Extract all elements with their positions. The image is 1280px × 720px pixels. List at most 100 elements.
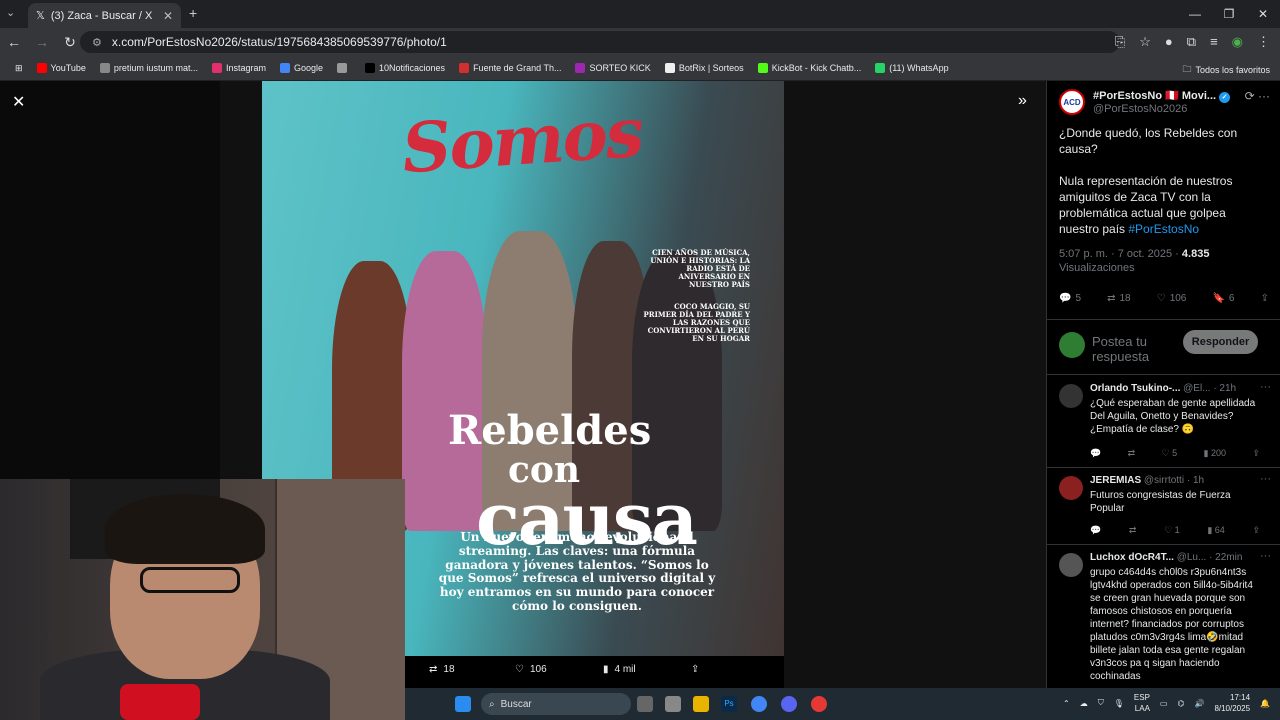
like-button[interactable]: ♡ 1 xyxy=(1164,525,1180,536)
chevron-right-icon[interactable]: » xyxy=(1018,92,1027,110)
share-button[interactable]: ⇪ xyxy=(1261,293,1269,304)
chevron-up-icon[interactable]: ⌃ xyxy=(1063,699,1070,708)
minimize-button[interactable]: — xyxy=(1178,0,1212,28)
shield-icon[interactable]: ⛉ xyxy=(1098,698,1104,708)
bookmark-item[interactable]: Fuente de Grand Th... xyxy=(452,63,568,73)
reply-handle[interactable]: @Lu... xyxy=(1177,552,1207,563)
task-view-icon[interactable] xyxy=(637,696,653,712)
close-tab-icon[interactable]: ✕ xyxy=(163,9,173,23)
clock[interactable]: 17:14 8/10/2025 xyxy=(1214,692,1250,714)
photoshop-icon[interactable]: Ps xyxy=(721,696,737,712)
site-info-icon[interactable]: ⚙ xyxy=(92,36,102,49)
reply-time[interactable]: · 22min xyxy=(1209,552,1242,563)
apps-icon[interactable]: ⊞ xyxy=(8,63,30,74)
all-bookmarks[interactable]: 🗀 Todos los favoritos xyxy=(1182,62,1270,78)
views-button[interactable]: ▮ 200 xyxy=(1204,448,1226,459)
reply-author[interactable]: Orlando Tsukino-... xyxy=(1090,383,1180,394)
reply-composer: Postea tu respuesta Responder xyxy=(1047,319,1280,375)
like-button[interactable]: ♡ 106 xyxy=(1157,293,1187,304)
more-options-icon[interactable]: ⟳ ··· xyxy=(1245,89,1270,103)
like-button[interactable]: ♡ 5 xyxy=(1162,448,1178,459)
author-handle[interactable]: @PorEstosNo2026 xyxy=(1093,103,1230,115)
taskbar-search[interactable]: ⌕ Buscar xyxy=(481,693,631,715)
share-icon[interactable]: ⇪ xyxy=(1252,448,1260,459)
retweet-icon[interactable]: ⇄ xyxy=(1129,525,1137,536)
tweet-time[interactable]: 5:07 p. m. · 7 oct. 2025 · xyxy=(1059,248,1182,260)
app-red-icon[interactable] xyxy=(811,696,827,712)
network-icon[interactable]: ⌬ xyxy=(1177,699,1184,708)
retweet-icon[interactable]: ⇄ xyxy=(1128,448,1136,459)
reply-author[interactable]: Luchox dOcR4T... xyxy=(1090,552,1174,563)
menu-icon[interactable]: ⋮ xyxy=(1257,34,1270,50)
like-count: 5 xyxy=(1172,448,1178,458)
retweet-button[interactable]: ⇄ 18 xyxy=(1107,293,1131,304)
volume-icon[interactable]: 🔊 xyxy=(1194,699,1204,708)
bookmark-item[interactable]: KickBot - Kick Chatb... xyxy=(751,63,869,73)
bookmark-item[interactable]: YouTube xyxy=(30,63,93,73)
tab-active[interactable]: 𝕏 (3) Zaca - Buscar / X ✕ xyxy=(28,3,181,28)
new-tab-button[interactable]: + xyxy=(189,5,197,21)
author-name[interactable]: #PorEstosNo 🇵🇪 Movi... ✓ xyxy=(1093,89,1231,103)
bookmark-item[interactable]: Google xyxy=(273,63,330,73)
reply-item[interactable]: Orlando Tsukino-... @El... · 21h ··· ¿Qué … xyxy=(1047,376,1280,468)
reply-icon[interactable]: 💬 xyxy=(1090,525,1101,536)
reply-item[interactable]: Luchox dOcR4T... @Lu... · 22min ··· grupo … xyxy=(1047,545,1280,688)
extensions-puzzle-icon[interactable]: ⧉ xyxy=(1187,34,1196,50)
app-icon[interactable] xyxy=(665,696,681,712)
install-icon[interactable]: ⎘ xyxy=(1115,34,1125,50)
close-icon[interactable]: ✕ xyxy=(12,92,25,112)
close-window-button[interactable]: ✕ xyxy=(1246,0,1280,28)
back-button[interactable]: ← xyxy=(6,34,22,50)
reply-author[interactable]: JEREMÍAS xyxy=(1090,475,1141,486)
bookmark-item[interactable]: (11) WhatsApp xyxy=(868,63,955,73)
like-button[interactable]: ♡ 106 xyxy=(515,664,547,675)
retweet-button[interactable]: ⇄ 18 xyxy=(429,664,455,675)
reply-handle[interactable]: @sirrtotti xyxy=(1144,475,1184,486)
reply-avatar[interactable] xyxy=(1059,384,1083,408)
monitor-icon[interactable]: ▭ xyxy=(1160,699,1168,708)
more-options-icon[interactable]: ··· xyxy=(1260,473,1271,485)
bookmark-item[interactable]: SORTEO KICK xyxy=(568,63,657,73)
share-icon[interactable]: ⇪ xyxy=(1252,525,1260,536)
extension-icon[interactable]: ● xyxy=(1165,34,1173,50)
reload-button[interactable]: ↻ xyxy=(62,34,78,51)
file-explorer-icon[interactable] xyxy=(693,696,709,712)
restore-button[interactable]: ❐ xyxy=(1212,0,1246,28)
reply-avatar[interactable] xyxy=(1059,476,1083,500)
bookmark-button[interactable]: 🔖 6 xyxy=(1212,293,1234,304)
url-bar[interactable]: ⚙ x.com/PorEstosNo2026/status/1975684385… xyxy=(80,31,1120,53)
forward-button[interactable]: → xyxy=(34,34,50,50)
hashtag-link[interactable]: #PorEstosNo xyxy=(1128,222,1199,236)
bookmark-item[interactable]: 10Notificaciones xyxy=(358,63,452,73)
reply-time[interactable]: · 1h xyxy=(1187,475,1204,486)
more-options-icon[interactable]: ··· xyxy=(1260,381,1271,393)
bookmark-item[interactable]: Instagram xyxy=(205,63,273,73)
share-button[interactable]: ⇪ xyxy=(691,664,699,675)
views-button[interactable]: ▮ 4 mil xyxy=(603,664,636,675)
reply-icon[interactable]: 💬 xyxy=(1090,448,1101,459)
reply-submit-button[interactable]: Responder xyxy=(1183,330,1258,354)
reply-button[interactable]: 💬 5 xyxy=(1059,293,1081,304)
views-button[interactable]: ▮ 64 xyxy=(1207,525,1224,536)
reply-handle[interactable]: @El... xyxy=(1183,383,1210,394)
profile-avatar[interactable]: ◉ xyxy=(1232,34,1243,50)
mic-icon[interactable]: 🎙 xyxy=(1114,699,1124,708)
media-icon[interactable]: ≡ xyxy=(1210,34,1218,50)
language-indicator[interactable]: ESP LAA xyxy=(1134,692,1150,714)
notification-icon[interactable]: 🔔 xyxy=(1260,699,1270,708)
reply-input[interactable]: Postea tu respuesta xyxy=(1092,334,1172,364)
tab-search-icon[interactable]: ⌄ xyxy=(6,6,15,19)
start-button[interactable] xyxy=(455,696,471,712)
cloud-icon[interactable]: ☁ xyxy=(1080,699,1088,708)
star-icon[interactable]: ☆ xyxy=(1139,34,1151,50)
reply-time[interactable]: · 21h xyxy=(1213,383,1236,394)
reply-item[interactable]: JEREMÍAS @sirrtotti · 1h ··· Futuros congr… xyxy=(1047,468,1280,545)
bookmark-item[interactable] xyxy=(330,63,358,73)
reply-avatar[interactable] xyxy=(1059,553,1083,577)
author-avatar[interactable]: ACD xyxy=(1059,89,1085,115)
chrome-icon[interactable] xyxy=(751,696,767,712)
more-options-icon[interactable]: ··· xyxy=(1260,550,1271,562)
bookmark-item[interactable]: pretium iustum mat... xyxy=(93,63,205,73)
bookmark-item[interactable]: BotRix | Sorteos xyxy=(658,63,751,73)
discord-icon[interactable] xyxy=(781,696,797,712)
